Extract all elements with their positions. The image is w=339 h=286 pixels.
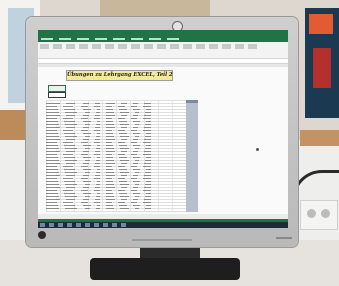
wooden-shelf-right bbox=[300, 130, 339, 146]
power-button-icon[interactable] bbox=[38, 231, 46, 239]
model-label bbox=[276, 237, 292, 239]
table-row bbox=[46, 207, 196, 210]
colorful-poster bbox=[305, 8, 339, 118]
column-headers bbox=[38, 64, 288, 67]
data-rows bbox=[46, 102, 196, 212]
excel-title-bar bbox=[38, 30, 288, 37]
monitor-bezel: Übungen zu Lehrgang EXCEL, Teil 2 bbox=[26, 17, 298, 247]
sheet-heading: Übungen zu Lehrgang EXCEL, Teil 2 bbox=[66, 70, 173, 81]
monitor-stand-base bbox=[90, 258, 240, 280]
mouse-cursor bbox=[256, 148, 259, 151]
bezel-ridge bbox=[132, 239, 192, 241]
selected-cell[interactable] bbox=[48, 85, 66, 92]
excel-screen: Übungen zu Lehrgang EXCEL, Teil 2 bbox=[38, 30, 288, 228]
windows-taskbar[interactable] bbox=[38, 222, 288, 228]
ribbon-toolbar[interactable] bbox=[38, 42, 288, 59]
cell[interactable] bbox=[48, 92, 66, 98]
highlighted-column bbox=[186, 100, 198, 212]
monitor-photo: Übungen zu Lehrgang EXCEL, Teil 2 bbox=[0, 0, 339, 286]
wall-socket bbox=[300, 200, 338, 230]
background-shelf-box bbox=[100, 0, 210, 18]
